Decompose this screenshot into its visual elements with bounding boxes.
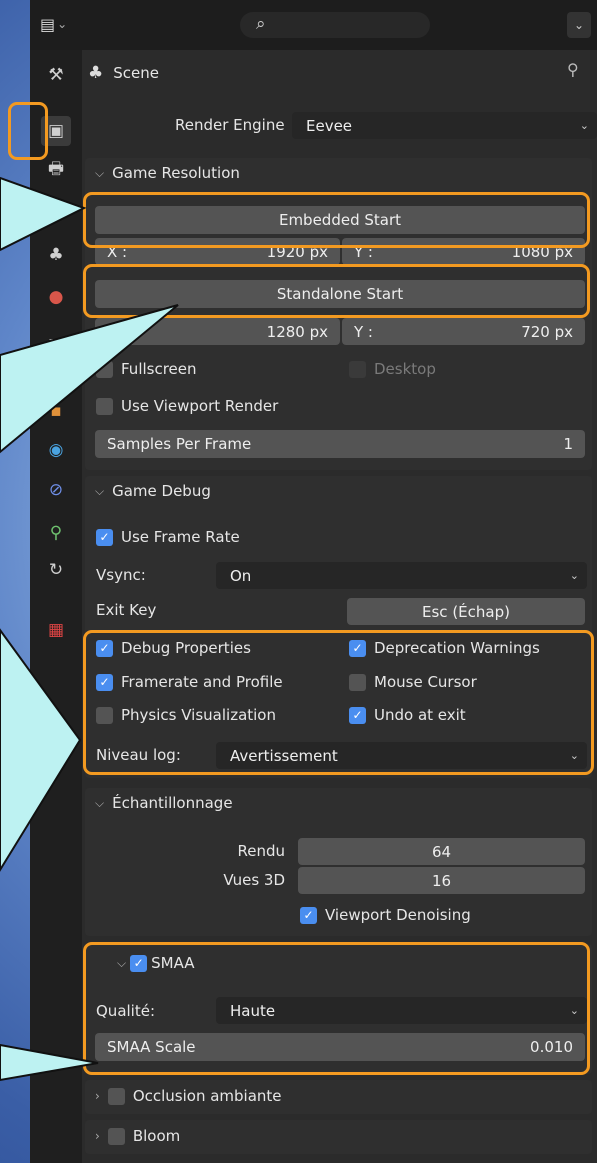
callout-bubble-4 bbox=[0, 1043, 99, 1082]
callout-bubble-1 bbox=[0, 176, 87, 252]
annotation-callouts bbox=[0, 176, 179, 1082]
callout-bubble-3 bbox=[0, 628, 82, 872]
callout-bubble-2 bbox=[0, 304, 179, 454]
